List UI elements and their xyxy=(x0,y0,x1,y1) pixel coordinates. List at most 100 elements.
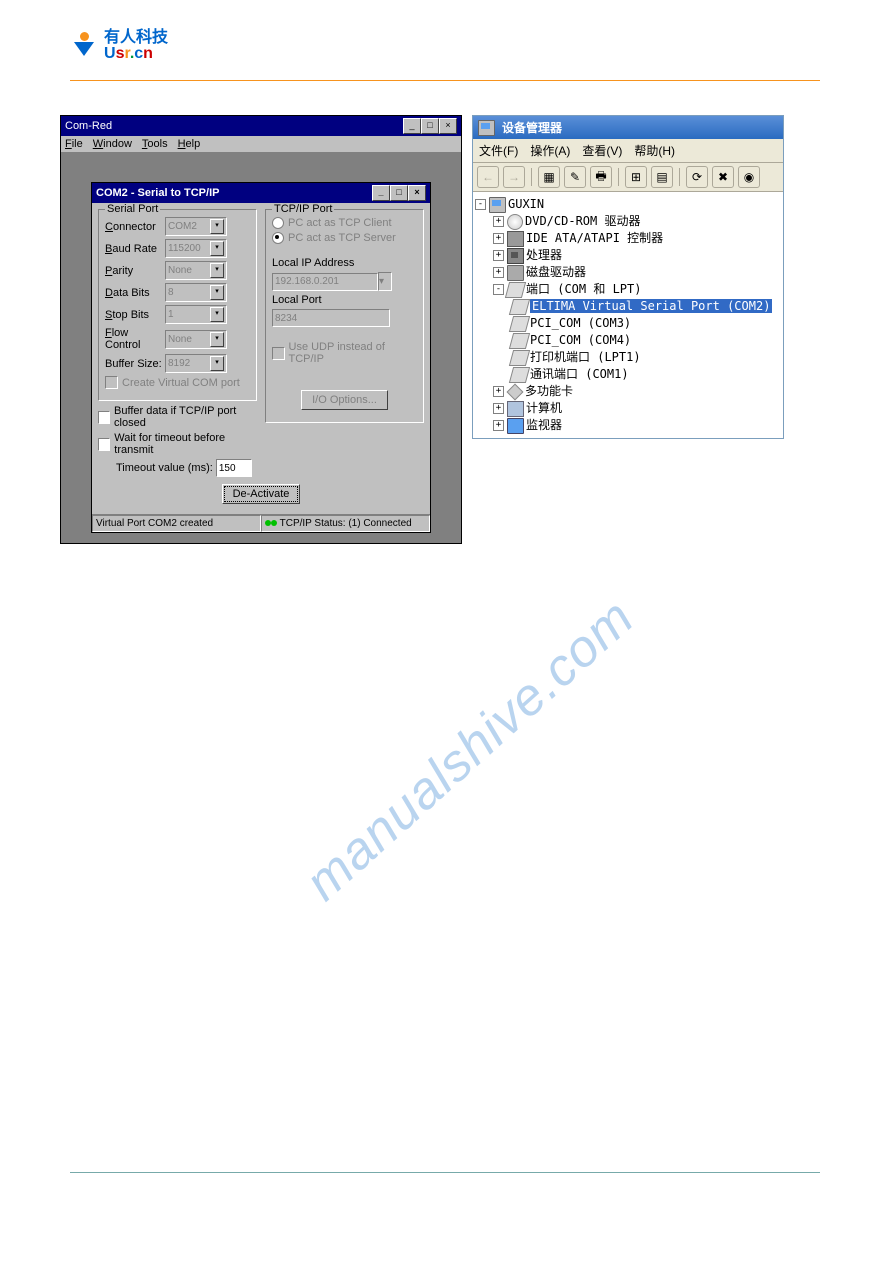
brand-figure-icon xyxy=(70,32,98,60)
toolbar-btn[interactable]: ◉ xyxy=(738,166,760,188)
port-icon xyxy=(509,350,530,366)
comred-menubar: File Window Tools Help xyxy=(61,136,461,152)
chevron-down-icon[interactable]: ▾ xyxy=(378,272,392,291)
maximize-icon[interactable]: □ xyxy=(421,118,439,134)
forward-icon[interactable]: → xyxy=(503,166,525,188)
dm-menu-view[interactable]: 查看(V) xyxy=(582,142,622,159)
uninstall-icon[interactable]: ✖ xyxy=(712,166,734,188)
serial-port-group: Serial Port ConnectorCOM2▾ Baud Rate1152… xyxy=(98,209,257,401)
expand-icon[interactable]: + xyxy=(493,233,504,244)
buffer-closed-checkbox[interactable] xyxy=(98,411,110,424)
close-icon[interactable]: × xyxy=(439,118,457,134)
tree-eltima-selected[interactable]: ELTIMA Virtual Serial Port (COM2) xyxy=(530,299,772,313)
tcp-client-label: PC act as TCP Client xyxy=(288,217,392,229)
chevron-down-icon: ▾ xyxy=(210,332,224,347)
io-options-button[interactable]: I/O Options... xyxy=(301,390,388,410)
stopbits-select[interactable]: 1▾ xyxy=(165,305,227,324)
dm-menubar: 文件(F) 操作(A) 查看(V) 帮助(H) xyxy=(473,139,783,163)
deactivate-button[interactable]: De-Activate xyxy=(222,484,301,504)
timeout-label: Timeout value (ms): xyxy=(116,462,213,474)
menu-window[interactable]: Window xyxy=(93,138,132,150)
port-icon xyxy=(509,299,530,315)
wait-timeout-label: Wait for timeout before transmit xyxy=(114,432,257,456)
dm-titlebar[interactable]: 设备管理器 xyxy=(473,116,783,139)
dm-menu-action[interactable]: 操作(A) xyxy=(530,142,570,159)
com2-title: COM2 - Serial to TCP/IP xyxy=(96,187,219,199)
use-udp-checkbox[interactable] xyxy=(272,347,285,360)
chevron-down-icon: ▾ xyxy=(210,307,224,322)
com2-window: COM2 - Serial to TCP/IP _ □ × Serial Por… xyxy=(91,182,431,533)
flow-select[interactable]: None▾ xyxy=(165,330,227,349)
tree-disk[interactable]: 磁盘驱动器 xyxy=(526,265,586,279)
tree-multi[interactable]: 多功能卡 xyxy=(525,384,573,398)
cdrom-icon xyxy=(507,214,523,230)
menu-file[interactable]: File xyxy=(65,138,83,150)
collapse-icon[interactable]: - xyxy=(475,199,486,210)
create-vport-checkbox[interactable] xyxy=(105,376,118,389)
toolbar-btn[interactable]: ⊞ xyxy=(625,166,647,188)
baud-label: Baud Rate xyxy=(105,243,165,255)
tree-ports[interactable]: 端口 (COM 和 LPT) xyxy=(526,282,641,296)
brand-header: 有人科技 Usr.cn xyxy=(70,30,168,62)
ide-icon xyxy=(507,231,524,247)
back-icon[interactable]: ← xyxy=(477,166,499,188)
header-divider xyxy=(70,80,820,81)
port-icon xyxy=(509,316,530,332)
com2-titlebar[interactable]: COM2 - Serial to TCP/IP _ □ × xyxy=(92,183,430,203)
computer-node-icon xyxy=(507,401,524,417)
toolbar-btn[interactable]: ▦ xyxy=(538,166,560,188)
expand-icon[interactable]: + xyxy=(493,420,504,431)
tcp-client-radio[interactable] xyxy=(272,217,284,229)
tree-ide[interactable]: IDE ATA/ATAPI 控制器 xyxy=(526,231,663,245)
tree-lpt[interactable]: 打印机端口 (LPT1) xyxy=(530,350,641,364)
expand-icon[interactable]: + xyxy=(493,386,504,397)
print-icon[interactable]: 🖶 xyxy=(590,166,612,188)
computer-icon xyxy=(489,197,506,213)
expand-icon[interactable]: + xyxy=(493,267,504,278)
dm-menu-file[interactable]: 文件(F) xyxy=(479,142,518,159)
tree-computer[interactable]: 计算机 xyxy=(526,401,562,415)
parity-select[interactable]: None▾ xyxy=(165,261,227,280)
tree-pci4[interactable]: PCI_COM (COM4) xyxy=(530,333,631,347)
baud-select[interactable]: 115200▾ xyxy=(165,239,227,258)
use-udp-label: Use UDP instead of TCP/IP xyxy=(289,341,418,365)
scan-icon[interactable]: ⟳ xyxy=(686,166,708,188)
toolbar-btn[interactable]: ▤ xyxy=(651,166,673,188)
device-manager-window: 设备管理器 文件(F) 操作(A) 查看(V) 帮助(H) ← → ▦ ✎ 🖶 … xyxy=(472,115,784,439)
dm-toolbar: ← → ▦ ✎ 🖶 ⊞ ▤ ⟳ ✖ ◉ xyxy=(473,163,783,192)
com2-maximize-icon[interactable]: □ xyxy=(390,185,408,201)
port-icon xyxy=(509,333,530,349)
properties-icon[interactable]: ✎ xyxy=(564,166,586,188)
com2-close-icon[interactable]: × xyxy=(408,185,426,201)
stopbits-label: Stop Bits xyxy=(105,309,165,321)
expand-icon[interactable]: + xyxy=(493,216,504,227)
dm-menu-help[interactable]: 帮助(H) xyxy=(634,142,675,159)
expand-icon[interactable]: + xyxy=(493,250,504,261)
minimize-icon[interactable]: _ xyxy=(403,118,421,134)
connector-select[interactable]: COM2▾ xyxy=(165,217,227,236)
wait-timeout-checkbox[interactable] xyxy=(98,438,110,451)
device-tree[interactable]: - GUXIN + DVD/CD-ROM 驱动器 + IDE ATA/ATAPI 控制… xyxy=(473,192,783,438)
menu-help[interactable]: Help xyxy=(178,138,201,150)
local-port-input[interactable]: 8234 xyxy=(272,309,390,327)
menu-tools[interactable]: Tools xyxy=(142,138,168,150)
local-ip-input[interactable]: 192.168.0.201 xyxy=(272,273,378,291)
tree-dvd[interactable]: DVD/CD-ROM 驱动器 xyxy=(525,214,640,228)
expand-icon[interactable]: + xyxy=(493,403,504,414)
tcp-server-radio[interactable] xyxy=(272,232,284,244)
collapse-icon[interactable]: - xyxy=(493,284,504,295)
tree-cpu[interactable]: 处理器 xyxy=(526,248,562,262)
tree-root[interactable]: GUXIN xyxy=(508,197,544,211)
create-vport-label: Create Virtual COM port xyxy=(122,377,240,389)
com2-statusbar: Virtual Port COM2 created TCP/IP Status:… xyxy=(92,514,430,532)
com2-minimize-icon[interactable]: _ xyxy=(372,185,390,201)
tree-com1[interactable]: 通讯端口 (COM1) xyxy=(530,367,629,381)
timeout-input[interactable]: 150 xyxy=(216,459,252,477)
buffer-select[interactable]: 8192▾ xyxy=(165,354,227,373)
databits-select[interactable]: 8▾ xyxy=(165,283,227,302)
comred-titlebar[interactable]: Com-Red _ □ × xyxy=(61,116,461,136)
tree-pci3[interactable]: PCI_COM (COM3) xyxy=(530,316,631,330)
tree-monitor[interactable]: 监视器 xyxy=(526,418,562,432)
comred-title: Com-Red xyxy=(65,120,112,132)
chevron-down-icon: ▾ xyxy=(210,285,224,300)
